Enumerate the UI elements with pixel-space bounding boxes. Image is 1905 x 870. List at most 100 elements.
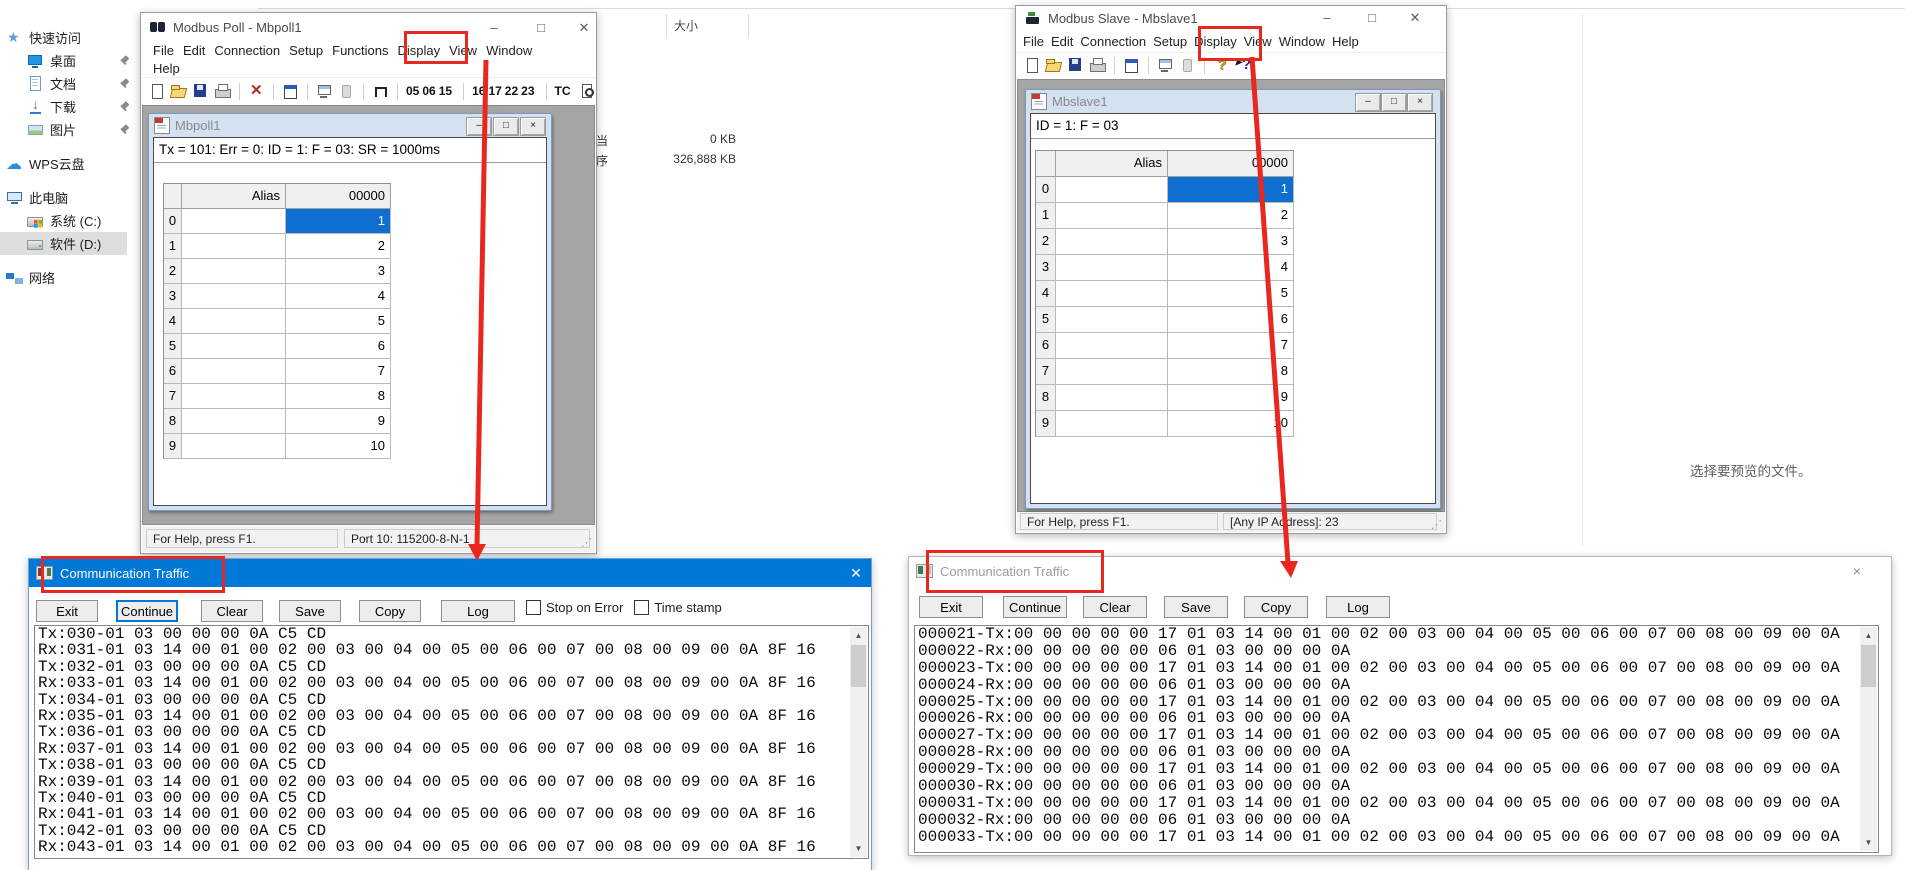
close-icon[interactable]: × <box>1847 562 1867 580</box>
function-code-button[interactable]: 17 <box>488 84 501 98</box>
child-minimize-icon[interactable]: – <box>1355 93 1381 112</box>
sidebar-item[interactable]: 图片 <box>0 118 127 141</box>
setup-window-icon[interactable] <box>1123 57 1140 73</box>
alias-cell[interactable] <box>1056 229 1168 255</box>
table-row[interactable]: 0 1 <box>164 209 391 234</box>
save-icon[interactable] <box>192 83 209 99</box>
alias-cell[interactable] <box>1056 177 1168 203</box>
table-row[interactable]: 3 4 <box>164 284 391 309</box>
function-code-button[interactable]: 06 <box>422 84 435 98</box>
value-cell[interactable]: 3 <box>286 259 391 284</box>
print-icon[interactable] <box>214 83 231 99</box>
traffic-button[interactable]: Copy <box>359 600 421 622</box>
checkbox[interactable]: Time stamp <box>634 600 721 615</box>
traffic-button[interactable]: Save <box>1164 596 1228 618</box>
alias-cell[interactable] <box>182 284 286 309</box>
value-cell[interactable]: 9 <box>1168 385 1294 411</box>
alias-header[interactable]: Alias <box>182 184 286 209</box>
print-icon[interactable] <box>1089 57 1106 73</box>
value-header[interactable]: 00000 <box>1168 151 1294 177</box>
close-icon[interactable]: ✕ <box>1399 7 1431 29</box>
resize-grip[interactable]: ⋰ <box>1431 518 1442 531</box>
alias-cell[interactable] <box>1056 281 1168 307</box>
alias-cell[interactable] <box>1056 411 1168 437</box>
checkbox-box[interactable] <box>526 600 541 615</box>
sidebar-item[interactable]: 网络 <box>0 266 106 289</box>
alias-cell[interactable] <box>182 259 286 284</box>
menu-item[interactable]: Window <box>486 43 532 58</box>
scroll-up-icon[interactable]: ▲ <box>1860 627 1877 644</box>
value-cell[interactable]: 8 <box>1168 359 1294 385</box>
function-code-button[interactable]: 15 <box>439 84 452 98</box>
child-close-icon[interactable]: × <box>520 117 546 136</box>
table-row[interactable]: 7 8 <box>1036 359 1294 385</box>
traffic-button[interactable]: Exit <box>36 600 98 622</box>
alias-cell[interactable] <box>1056 255 1168 281</box>
menu-item[interactable]: Help <box>153 61 180 76</box>
alias-cell[interactable] <box>182 384 286 409</box>
value-cell[interactable]: 2 <box>1168 203 1294 229</box>
checkbox[interactable]: Stop on Error <box>526 600 623 615</box>
scroll-down-icon[interactable]: ▼ <box>850 840 867 857</box>
scroll-down-icon[interactable]: ▼ <box>1860 834 1877 851</box>
slave-definition-icon[interactable] <box>1157 57 1174 73</box>
resize-grip[interactable]: ⋰ <box>581 536 592 549</box>
traffic-button[interactable]: Copy <box>1244 596 1308 618</box>
alias-cell[interactable] <box>182 359 286 384</box>
child-close-icon[interactable]: × <box>1407 93 1433 112</box>
alias-cell[interactable] <box>1056 307 1168 333</box>
value-cell[interactable]: 4 <box>1168 255 1294 281</box>
child-restore-icon[interactable]: □ <box>493 117 519 136</box>
new-file-icon[interactable] <box>148 83 165 99</box>
menu-item[interactable]: File <box>1023 34 1044 49</box>
alias-cell[interactable] <box>182 334 286 359</box>
close-icon[interactable]: ✕ <box>846 564 866 582</box>
close-icon[interactable]: ✕ <box>568 17 600 39</box>
value-cell[interactable]: 10 <box>1168 411 1294 437</box>
menu-item[interactable]: Edit <box>183 43 205 58</box>
table-row[interactable]: 5 6 <box>1036 307 1294 333</box>
save-icon[interactable] <box>1067 57 1084 73</box>
new-file-icon[interactable] <box>1023 57 1040 73</box>
menu-item[interactable]: Connection <box>214 43 280 58</box>
table-row[interactable]: 9 10 <box>1036 411 1294 437</box>
setup-window-icon[interactable] <box>282 83 299 99</box>
alias-cell[interactable] <box>1056 359 1168 385</box>
value-cell[interactable]: 3 <box>1168 229 1294 255</box>
value-cell[interactable]: 1 <box>286 209 391 234</box>
scroll-up-icon[interactable]: ▲ <box>850 627 867 644</box>
alias-header[interactable]: Alias <box>1056 151 1168 177</box>
value-cell[interactable]: 5 <box>1168 281 1294 307</box>
child-minimize-icon[interactable]: – <box>466 117 492 136</box>
traffic-button[interactable]: Clear <box>201 600 263 622</box>
alias-cell[interactable] <box>1056 203 1168 229</box>
function-code-button[interactable]: 16 <box>472 84 485 98</box>
value-cell[interactable]: 4 <box>286 284 391 309</box>
menu-item[interactable]: Functions <box>332 43 388 58</box>
function-code-button[interactable]: 22 <box>505 84 518 98</box>
traffic-button[interactable]: Exit <box>919 596 983 618</box>
communication-icon[interactable] <box>338 83 355 99</box>
minimize-icon[interactable]: – <box>478 17 510 39</box>
table-row[interactable]: 9 10 <box>164 434 391 459</box>
alias-cell[interactable] <box>1056 385 1168 411</box>
table-row[interactable]: 4 5 <box>1036 281 1294 307</box>
traffic-log[interactable]: Tx:030-01 03 00 00 00 0A C5 CDRx:031-01 … <box>34 625 869 859</box>
traffic-button[interactable]: Log <box>441 600 515 622</box>
zoom-doc-icon[interactable] <box>579 83 596 99</box>
table-row[interactable]: 6 7 <box>1036 333 1294 359</box>
size-column-header[interactable]: 大小 <box>674 17 698 34</box>
value-cell[interactable]: 1 <box>1168 177 1294 203</box>
open-file-icon[interactable] <box>1045 57 1062 73</box>
maximize-icon[interactable]: □ <box>1356 7 1388 29</box>
pulse-icon[interactable] <box>372 83 389 99</box>
alias-cell[interactable] <box>182 434 286 459</box>
child-restore-icon[interactable]: □ <box>1381 93 1407 112</box>
table-row[interactable]: 4 5 <box>164 309 391 334</box>
scroll-thumb[interactable] <box>851 645 866 687</box>
traffic-button[interactable]: Log <box>1326 596 1390 618</box>
table-row[interactable]: 6 7 <box>164 359 391 384</box>
value-cell[interactable]: 6 <box>1168 307 1294 333</box>
value-cell[interactable]: 10 <box>286 434 391 459</box>
menu-item[interactable]: Setup <box>289 43 323 58</box>
